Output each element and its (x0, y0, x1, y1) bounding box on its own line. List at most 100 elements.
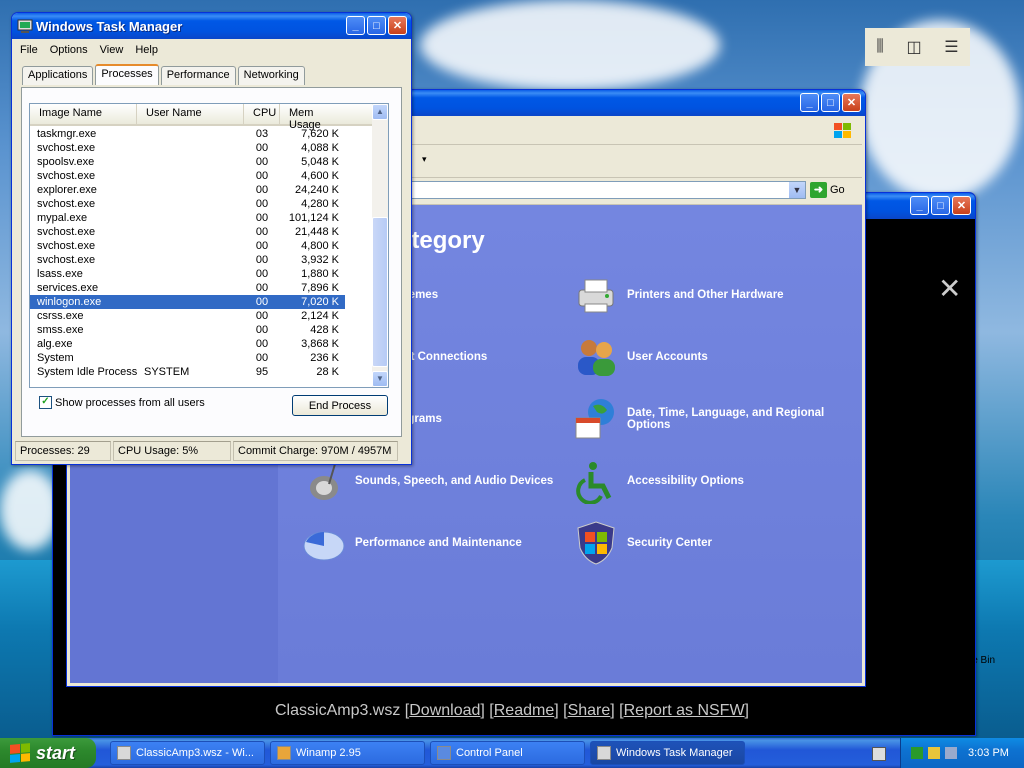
table-row[interactable]: alg.exe 00 3,868 K (30, 337, 388, 351)
table-row[interactable]: svchost.exe 00 4,280 K (30, 197, 388, 211)
shield-icon (577, 521, 615, 565)
taskbar-button-control-panel[interactable]: Control Panel (430, 741, 585, 765)
tab-strip: Applications Processes Performance Netwo… (22, 64, 307, 85)
table-row[interactable]: svchost.exe 00 4,800 K (30, 239, 388, 253)
tray-network-icon[interactable] (928, 747, 940, 759)
menu-options[interactable]: Options (50, 44, 88, 56)
close-button[interactable]: ✕ (842, 93, 861, 112)
cell-cpu: 00 (255, 184, 269, 196)
minimize-button[interactable]: _ (800, 93, 819, 112)
category-date-time[interactable]: Date, Time, Language, and Regional Optio… (573, 396, 837, 442)
table-row[interactable]: System Idle Process SYSTEM 95 28 K (30, 365, 388, 379)
cell-user-name (137, 183, 244, 197)
start-button[interactable]: start (0, 738, 96, 768)
show-all-processes-checkbox[interactable]: ✓ Show processes from all users (39, 396, 205, 409)
tab-performance[interactable]: Performance (160, 66, 236, 85)
cell-user-name (137, 239, 244, 253)
tab-processes[interactable]: Processes (95, 64, 159, 85)
browser-toolbar: ⫼ ◫ ☰ (865, 28, 970, 66)
clock[interactable]: 3:03 PM (968, 747, 1009, 759)
cell-user-name (137, 197, 244, 211)
menu-help[interactable]: Help (135, 44, 158, 56)
table-row[interactable]: winlogon.exe 00 7,020 K (30, 295, 345, 309)
maximize-button[interactable]: □ (367, 16, 386, 35)
menu-file[interactable]: File (20, 44, 38, 56)
go-button[interactable]: ➜ Go (810, 181, 850, 199)
category-security-center[interactable]: Security Center (573, 520, 712, 566)
scroll-thumb[interactable] (372, 217, 388, 367)
category-accessibility[interactable]: Accessibility Options (573, 458, 744, 504)
category-printers[interactable]: Printers and Other Hardware (573, 272, 784, 318)
pie-chart-icon (303, 531, 345, 561)
maximize-button[interactable]: □ (931, 196, 950, 215)
task-manager-window[interactable]: Windows Task Manager _ □ ✕ File Options … (11, 12, 412, 465)
download-link[interactable]: Download (409, 702, 480, 719)
tray-security-icon[interactable] (945, 747, 957, 759)
table-row[interactable]: svchost.exe 00 21,448 K (30, 225, 388, 239)
chevron-down-icon[interactable]: ▼ (789, 182, 805, 198)
scroll-up-button[interactable]: ▲ (372, 104, 388, 120)
cell-mem-usage: 5,048 K (301, 156, 339, 168)
table-row[interactable]: System 00 236 K (30, 351, 388, 365)
library-icon[interactable]: ⫼ (876, 38, 883, 56)
table-row[interactable]: svchost.exe 00 4,600 K (30, 169, 388, 183)
end-process-button[interactable]: End Process (292, 395, 388, 416)
close-icon[interactable]: ✕ (938, 272, 961, 305)
cell-user-name (137, 127, 244, 141)
table-row[interactable]: explorer.exe 00 24,240 K (30, 183, 388, 197)
cell-mem-usage: 1,880 K (301, 268, 339, 280)
keyboard-icon[interactable] (872, 747, 886, 761)
table-row[interactable]: taskmgr.exe 03 7,620 K (30, 127, 388, 141)
sidebar-icon[interactable]: ◫ (906, 37, 921, 57)
column-cpu[interactable]: CPU (244, 104, 280, 124)
category-user-accounts[interactable]: User Accounts (573, 334, 708, 380)
windows-flag-icon (834, 123, 851, 138)
cloud (0, 470, 60, 550)
scroll-down-button[interactable]: ▼ (372, 371, 388, 387)
table-row[interactable]: smss.exe 00 428 K (30, 323, 388, 337)
table-row[interactable]: csrss.exe 00 2,124 K (30, 309, 388, 323)
table-row[interactable]: spoolsv.exe 00 5,048 K (30, 155, 388, 169)
tray-app-icon[interactable] (911, 747, 923, 759)
cell-cpu: 00 (255, 282, 269, 294)
users-icon (578, 340, 615, 376)
process-list[interactable]: Image Name User Name CPU Mem Usage taskm… (29, 103, 389, 388)
minimize-button[interactable]: _ (346, 16, 365, 35)
vertical-scrollbar[interactable]: ▲ ▼ (372, 104, 388, 387)
cell-user-name (137, 351, 244, 365)
close-button[interactable]: ✕ (952, 196, 971, 215)
dropdown-arrow-icon[interactable]: ▾ (422, 154, 427, 165)
table-row[interactable]: svchost.exe 00 3,932 K (30, 253, 388, 267)
start-label: start (36, 742, 76, 763)
readme-link[interactable]: Readme (494, 702, 554, 719)
maximize-button[interactable]: □ (821, 93, 840, 112)
cell-mem-usage: 3,932 K (301, 254, 339, 266)
column-user-name[interactable]: User Name (137, 104, 244, 124)
share-link[interactable]: Share (568, 702, 611, 719)
cell-mem-usage: 4,800 K (301, 240, 339, 252)
column-mem-usage[interactable]: Mem Usage (280, 104, 345, 131)
column-image-name[interactable]: Image Name (30, 104, 137, 124)
table-row[interactable]: svchost.exe 00 4,088 K (30, 141, 388, 155)
cell-image-name: System Idle Process (37, 366, 138, 378)
report-nsfw-link[interactable]: Report as NSFW (624, 702, 745, 719)
table-row[interactable]: lsass.exe 00 1,880 K (30, 267, 388, 281)
title-bar[interactable]: Windows Task Manager _ □ ✕ (12, 13, 411, 39)
taskbar-button-classicamp[interactable]: ClassicAmp3.wsz - Wi... (110, 741, 265, 765)
task-manager-icon (17, 19, 33, 33)
close-button[interactable]: ✕ (388, 16, 407, 35)
category-performance[interactable]: Performance and Maintenance (301, 520, 522, 566)
checkbox-box[interactable]: ✓ (39, 396, 52, 409)
tab-applications[interactable]: Applications (22, 66, 94, 85)
control-panel-icon (437, 746, 451, 760)
table-row[interactable]: mypal.exe 00 101,124 K (30, 211, 388, 225)
tab-networking[interactable]: Networking (237, 66, 305, 85)
menu-view[interactable]: View (100, 44, 124, 56)
cell-mem-usage: 24,240 K (294, 184, 339, 196)
cell-image-name: taskmgr.exe (37, 128, 97, 140)
taskbar-button-task-manager[interactable]: Windows Task Manager (590, 741, 745, 765)
menu-icon[interactable]: ☰ (944, 37, 958, 57)
taskbar-button-winamp[interactable]: Winamp 2.95 (270, 741, 425, 765)
table-row[interactable]: services.exe 00 7,896 K (30, 281, 388, 295)
minimize-button[interactable]: _ (910, 196, 929, 215)
